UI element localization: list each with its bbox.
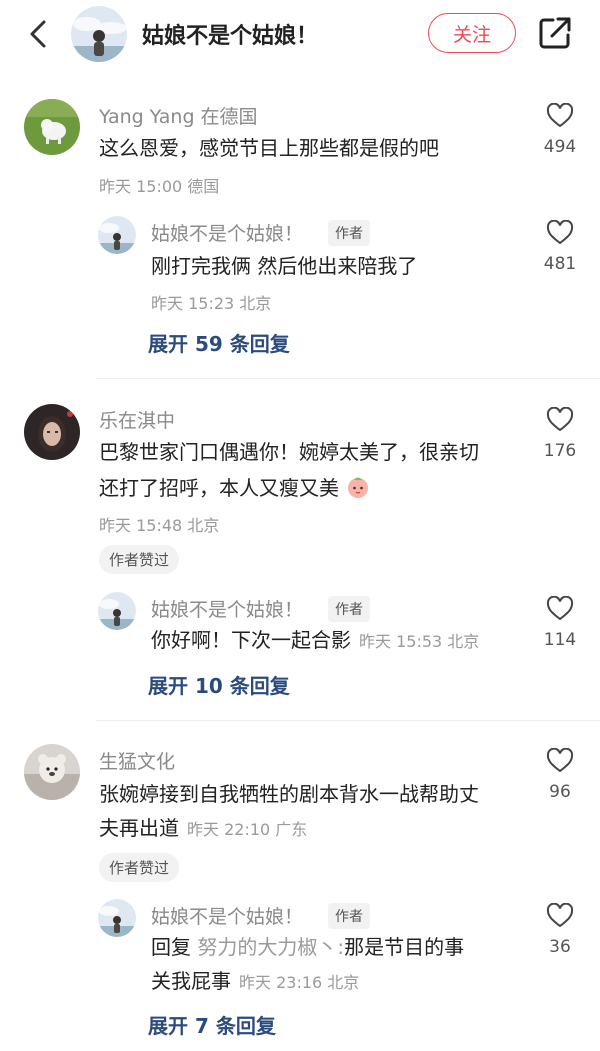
back-arrow-icon[interactable] <box>22 16 56 52</box>
reply-text-line1: 那是节目的事 <box>344 935 465 959</box>
divider <box>96 720 600 721</box>
reply-text: 刚打完我俩 然后他出来陪我了 <box>151 254 418 278</box>
comment-meta: 昨天 15:48 北京 <box>99 516 220 535</box>
comment-meta: 昨天 15:00 德国 <box>99 177 220 196</box>
reply-avatar[interactable] <box>98 899 136 937</box>
comment-meta: 昨天 22:10 广东 <box>187 820 308 839</box>
reply-prefix: 回复 <box>151 935 191 959</box>
avatar[interactable] <box>24 744 80 800</box>
author-liked-badge: 作者赞过 <box>99 545 180 574</box>
heart-icon[interactable] <box>546 407 574 433</box>
expand-replies-link[interactable]: 展开 59 条回复 <box>148 328 290 357</box>
reply-text: 你好啊！下次一起合影 <box>151 628 351 652</box>
reply-author-name[interactable]: 姑娘不是个姑娘！ <box>151 902 303 929</box>
author-tag: 作者 <box>328 596 370 622</box>
reply-author-name[interactable]: 姑娘不是个姑娘！ <box>151 595 303 622</box>
like-count: 114 <box>543 630 577 650</box>
like-count: 176 <box>543 441 577 461</box>
reply-row: 你好啊！下次一起合影 昨天 15:53 北京 <box>151 626 479 656</box>
reply-text-line1-row: 回复 努力的大力椒丶:那是节目的事 <box>151 933 464 961</box>
like-count: 494 <box>543 137 577 157</box>
reply-text-line2: 关我屁事 <box>151 969 231 993</box>
heart-icon[interactable] <box>546 220 574 246</box>
like-count: 96 <box>549 782 571 802</box>
reply-avatar[interactable] <box>98 216 136 254</box>
author-tag: 作者 <box>328 903 370 929</box>
comment-text-line2: 夫再出道 <box>99 816 179 840</box>
reply-author-name[interactable]: 姑娘不是个姑娘！ <box>151 219 303 246</box>
comment-text: 这么恩爱，感觉节目上那些都是假的吧 <box>99 136 439 160</box>
expand-replies-link[interactable]: 展开 7 条回复 <box>148 1010 276 1039</box>
divider <box>96 378 600 379</box>
heart-icon[interactable] <box>546 903 574 929</box>
reply-meta: 昨天 15:53 北京 <box>359 632 480 651</box>
avatar[interactable] <box>24 99 80 155</box>
author-tag: 作者 <box>328 220 370 246</box>
comment-text-line1: 张婉婷接到自我牺牲的剧本背水一战帮助丈 <box>99 782 479 806</box>
expand-replies-link[interactable]: 展开 10 条回复 <box>148 670 290 699</box>
commenter-name[interactable]: Yang Yang 在德国 <box>99 102 258 129</box>
reply-text-line2-row: 关我屁事 昨天 23:16 北京 <box>151 967 359 997</box>
like-count: 36 <box>549 937 571 957</box>
comment-text-line2-row: 夫再出道 昨天 22:10 广东 <box>99 814 307 844</box>
heart-icon[interactable] <box>546 103 574 129</box>
reply-avatar[interactable] <box>98 592 136 630</box>
reply-meta: 昨天 23:16 北京 <box>239 973 360 992</box>
follow-button[interactable]: 关注 <box>428 13 516 53</box>
like-count: 481 <box>543 254 577 274</box>
author-liked-badge: 作者赞过 <box>99 853 180 882</box>
comment-text-line2-row: 还打了招呼，本人又瘦又美 <box>99 474 371 502</box>
heart-icon[interactable] <box>546 596 574 622</box>
share-icon[interactable] <box>536 14 574 52</box>
avatar[interactable] <box>24 404 80 460</box>
heart-icon[interactable] <box>546 748 574 774</box>
comment-text-line2: 还打了招呼，本人又瘦又美 <box>99 476 339 500</box>
reply-meta: 昨天 15:23 北京 <box>151 294 272 313</box>
page-title: 姑娘不是个姑娘！ <box>142 24 319 49</box>
header-avatar[interactable] <box>71 6 127 62</box>
commenter-name[interactable]: 乐在淇中 <box>99 406 175 433</box>
commenter-name[interactable]: 生猛文化 <box>99 747 175 774</box>
peach-emoji-icon <box>348 477 369 498</box>
reply-target-user[interactable]: 努力的大力椒丶: <box>197 935 344 959</box>
comment-text-line1: 巴黎世家门口偶遇你！婉婷太美了，很亲切 <box>99 440 479 464</box>
